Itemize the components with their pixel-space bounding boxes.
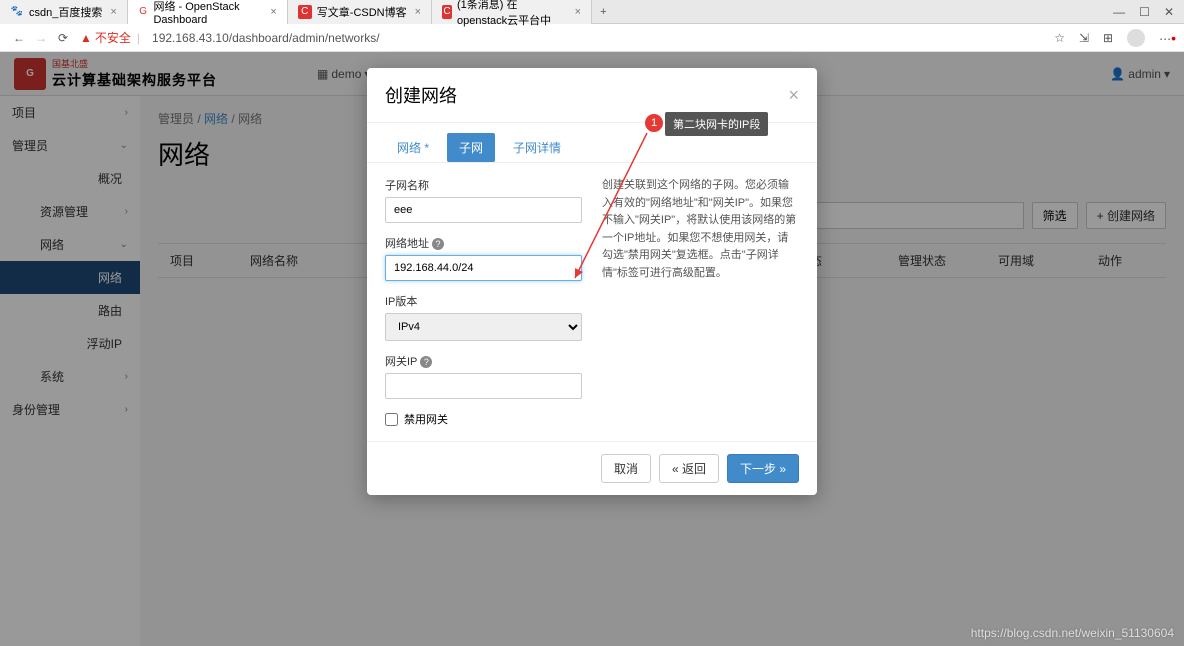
modal-help-text: 创建关联到这个网络的子网。您必须输入有效的"网络地址"和"网关IP"。如果您不输…	[602, 177, 799, 427]
browser-tab[interactable]: C (1条消息) 在openstack云平台中 ×	[432, 0, 592, 24]
address-bar: ← → ⟳ ▲ 不安全 | 192.168.43.10/dashboard/ad…	[0, 24, 1184, 52]
close-icon[interactable]: ×	[270, 6, 276, 18]
favicon-icon: G	[138, 5, 149, 19]
annotation-badge: 1	[645, 114, 663, 132]
annotation-tooltip: 第二块网卡的IP段	[665, 112, 768, 136]
browser-tab[interactable]: G 网络 - OpenStack Dashboard ×	[128, 0, 288, 24]
insecure-icon: ▲ 不安全	[80, 29, 131, 46]
ip-version-select[interactable]: IPv4	[385, 313, 582, 341]
help-icon[interactable]: ?	[432, 238, 444, 250]
browser-tab[interactable]: 🐾 csdn_百度搜索 ×	[0, 0, 128, 24]
gateway-label: 网关IP?	[385, 353, 582, 369]
forward-icon[interactable]: →	[30, 31, 52, 45]
favicon-icon: C	[298, 5, 312, 19]
back-icon[interactable]: ←	[8, 31, 30, 45]
tab-network[interactable]: 网络	[385, 133, 441, 162]
tab-title: (1条消息) 在openstack云平台中	[457, 0, 567, 28]
close-window-icon[interactable]: ✕	[1164, 5, 1174, 19]
tab-title: 写文章-CSDN博客	[317, 4, 407, 20]
minimize-icon[interactable]: —	[1113, 5, 1125, 19]
url-field[interactable]: ▲ 不安全 | 192.168.43.10/dashboard/admin/ne…	[74, 29, 1054, 46]
tab-subnet[interactable]: 子网	[447, 133, 495, 162]
favicon-icon: 🐾	[10, 5, 24, 19]
disable-gateway-label: 禁用网关	[404, 411, 448, 427]
network-addr-input[interactable]	[385, 255, 582, 281]
next-button[interactable]: 下一步 »	[727, 454, 799, 483]
modal-backdrop[interactable]: 创建网络 × 网络 子网 子网详情 子网名称 网络地址? IP版本	[0, 52, 1184, 646]
maximize-icon[interactable]: ☐	[1139, 5, 1150, 19]
browser-tab-strip: 🐾 csdn_百度搜索 × G 网络 - OpenStack Dashboard…	[0, 0, 1184, 24]
browser-tab[interactable]: C 写文章-CSDN博客 ×	[288, 0, 432, 24]
close-icon[interactable]: ×	[575, 6, 581, 18]
reload-icon[interactable]: ⟳	[52, 31, 74, 45]
favicon-icon: C	[442, 5, 452, 19]
profile-icon[interactable]	[1127, 29, 1145, 47]
create-network-modal: 创建网络 × 网络 子网 子网详情 子网名称 网络地址? IP版本	[367, 68, 817, 495]
close-icon[interactable]: ×	[415, 6, 421, 18]
tab-title: csdn_百度搜索	[29, 4, 102, 20]
gateway-input[interactable]	[385, 373, 582, 399]
close-icon[interactable]: ×	[788, 85, 799, 106]
network-addr-label: 网络地址?	[385, 235, 582, 251]
extension-icon[interactable]: ⇲	[1079, 31, 1089, 45]
cancel-button[interactable]: 取消	[601, 454, 651, 483]
subnet-name-input[interactable]	[385, 197, 582, 223]
watermark: https://blog.csdn.net/weixin_51130604	[971, 626, 1174, 640]
url-text: 192.168.43.10/dashboard/admin/networks/	[152, 31, 380, 45]
close-icon[interactable]: ×	[110, 6, 116, 18]
back-button[interactable]: « 返回	[659, 454, 719, 483]
modal-title: 创建网络	[385, 82, 457, 108]
apps-icon[interactable]: ⊞	[1103, 31, 1113, 45]
subnet-name-label: 子网名称	[385, 177, 582, 193]
star-icon[interactable]: ☆	[1054, 31, 1065, 45]
disable-gateway-checkbox[interactable]	[385, 413, 398, 426]
new-tab-button[interactable]: +	[592, 6, 614, 18]
tab-subnet-detail[interactable]: 子网详情	[501, 133, 573, 162]
tab-title: 网络 - OpenStack Dashboard	[153, 0, 262, 26]
help-icon[interactable]: ?	[420, 356, 432, 368]
ip-version-label: IP版本	[385, 293, 582, 309]
menu-icon[interactable]: ⋯•	[1159, 30, 1176, 46]
